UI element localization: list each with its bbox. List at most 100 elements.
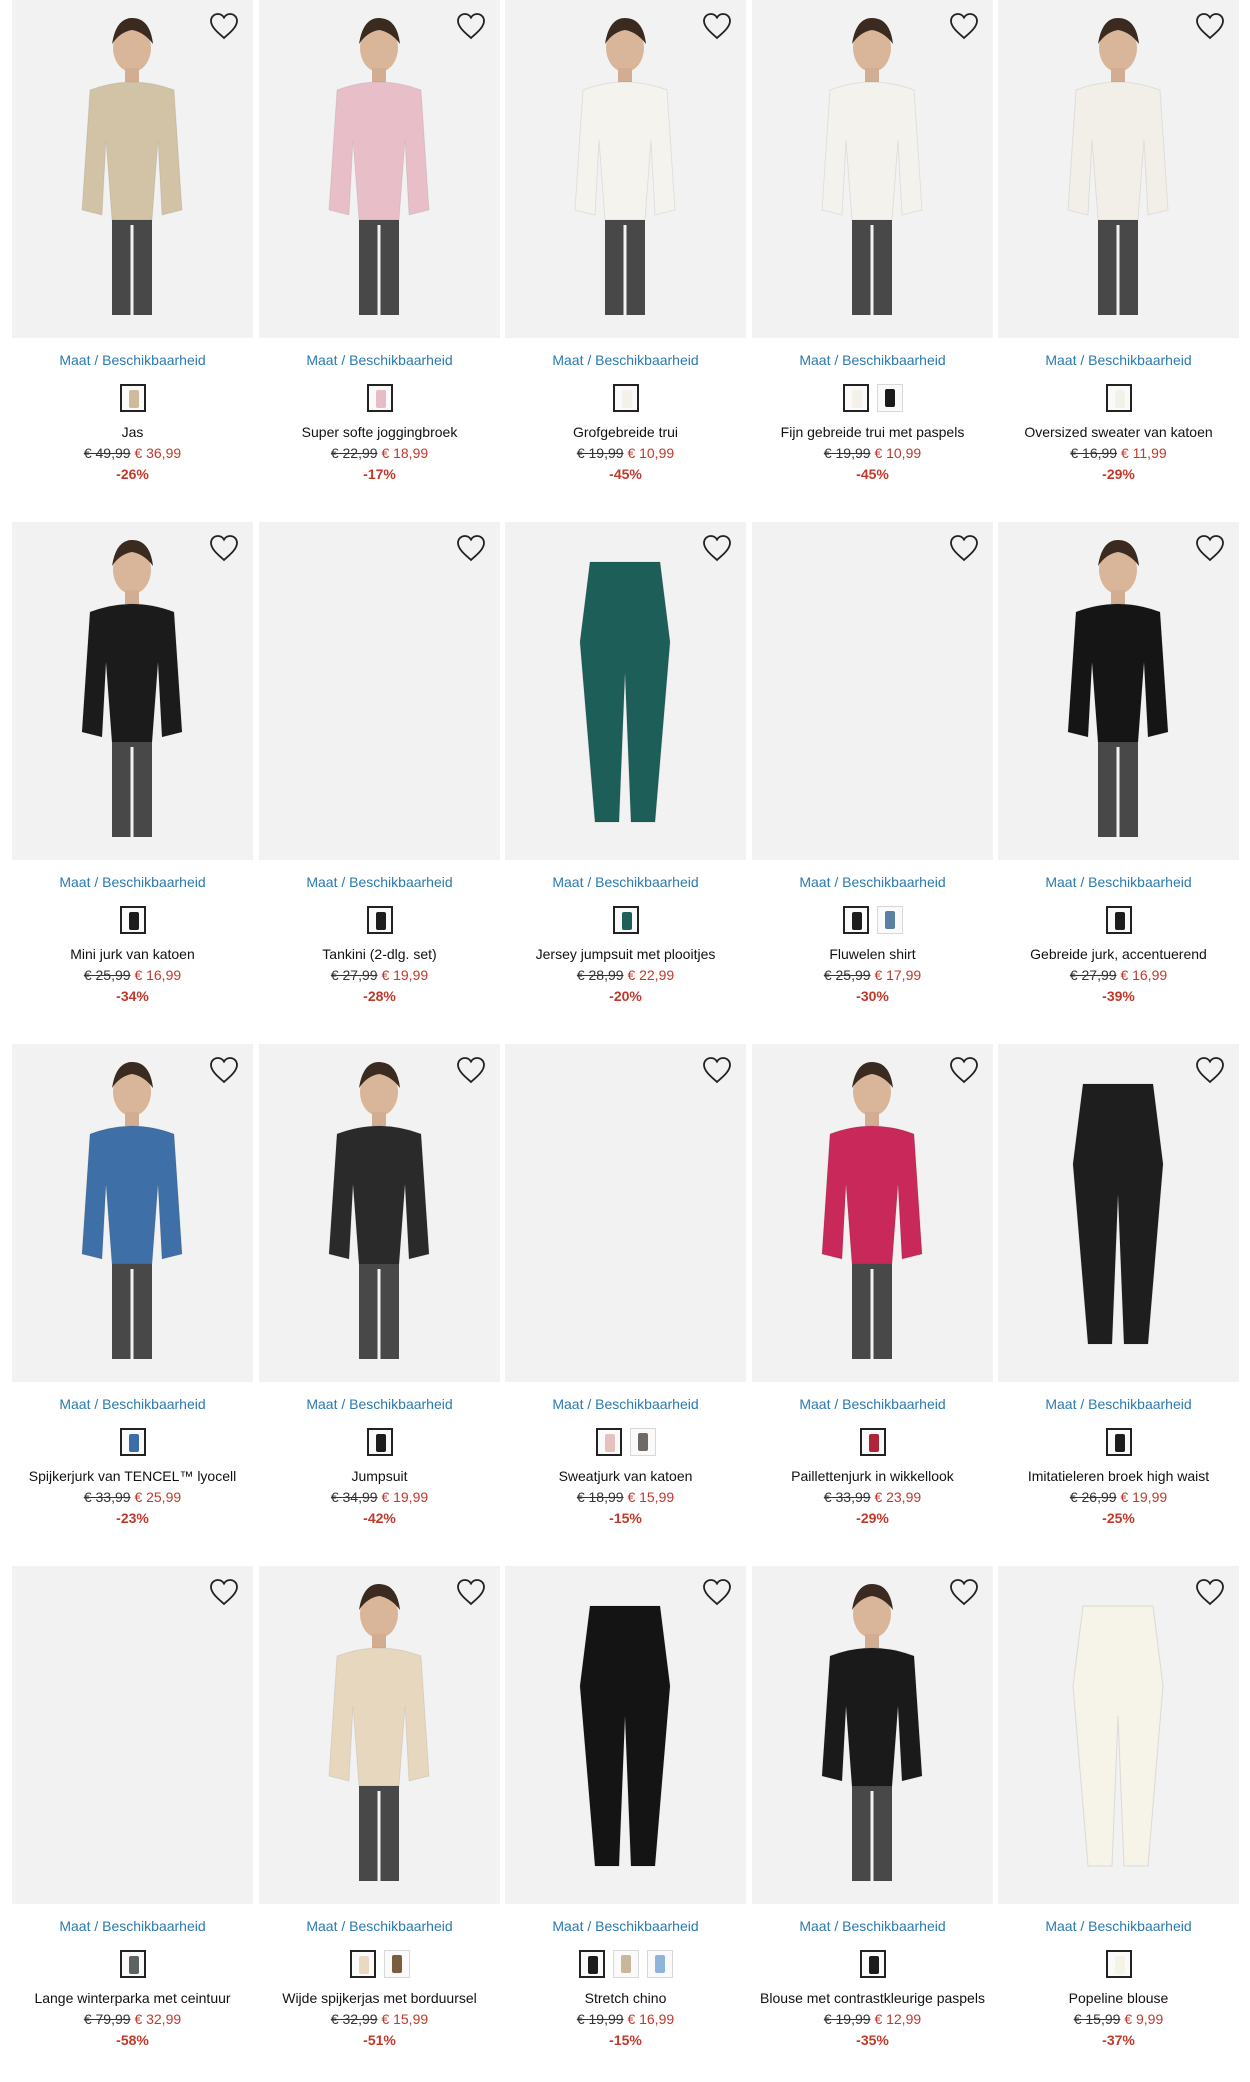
- product-card[interactable]: Maat / Beschikbaarheid Fluwelen shirt € 25…: [752, 522, 993, 1022]
- product-name[interactable]: Jumpsuit: [259, 1468, 500, 1484]
- size-availability-link[interactable]: Maat / Beschikbaarheid: [259, 1396, 500, 1412]
- wishlist-heart-icon[interactable]: [456, 1056, 486, 1084]
- size-availability-link[interactable]: Maat / Beschikbaarheid: [998, 1396, 1239, 1412]
- color-swatch[interactable]: [646, 1950, 673, 1978]
- product-card[interactable]: Maat / Beschikbaarheid Blouse met contras…: [752, 1566, 993, 2066]
- color-swatch[interactable]: [366, 1428, 393, 1456]
- product-image[interactable]: [752, 1566, 993, 1904]
- product-card[interactable]: Maat / Beschikbaarheid Oversized sweater …: [998, 0, 1239, 500]
- color-swatch[interactable]: [119, 906, 146, 934]
- wishlist-heart-icon[interactable]: [209, 534, 239, 562]
- wishlist-heart-icon[interactable]: [209, 1056, 239, 1084]
- product-image[interactable]: [505, 1566, 746, 1904]
- wishlist-heart-icon[interactable]: [949, 1578, 979, 1606]
- wishlist-heart-icon[interactable]: [702, 12, 732, 40]
- size-availability-link[interactable]: Maat / Beschikbaarheid: [752, 874, 993, 890]
- product-card[interactable]: Maat / Beschikbaarheid Sweatjurk van kato…: [505, 1044, 746, 1544]
- product-name[interactable]: Stretch chino: [505, 1990, 746, 2006]
- product-image[interactable]: [752, 0, 993, 338]
- product-image[interactable]: [12, 1566, 253, 1904]
- product-name[interactable]: Blouse met contrastkleurige paspels: [752, 1990, 993, 2006]
- color-swatch[interactable]: [612, 1950, 639, 1978]
- wishlist-heart-icon[interactable]: [209, 12, 239, 40]
- size-availability-link[interactable]: Maat / Beschikbaarheid: [752, 352, 993, 368]
- color-swatch[interactable]: [612, 906, 639, 934]
- color-swatch[interactable]: [876, 906, 903, 934]
- color-swatch[interactable]: [1105, 906, 1132, 934]
- color-swatch[interactable]: [612, 384, 639, 412]
- product-name[interactable]: Super softe joggingbroek: [259, 424, 500, 440]
- product-image[interactable]: [998, 522, 1239, 860]
- color-swatch[interactable]: [1105, 1428, 1132, 1456]
- wishlist-heart-icon[interactable]: [949, 12, 979, 40]
- wishlist-heart-icon[interactable]: [1195, 1578, 1225, 1606]
- product-name[interactable]: Grofgebreide trui: [505, 424, 746, 440]
- product-card[interactable]: Maat / Beschikbaarheid Popeline blouse € 1…: [998, 1566, 1239, 2066]
- wishlist-heart-icon[interactable]: [209, 1578, 239, 1606]
- product-name[interactable]: Paillettenjurk in wikkellook: [752, 1468, 993, 1484]
- color-swatch[interactable]: [595, 1428, 622, 1456]
- product-card[interactable]: Maat / Beschikbaarheid Lange winterparka …: [12, 1566, 253, 2066]
- size-availability-link[interactable]: Maat / Beschikbaarheid: [12, 352, 253, 368]
- size-availability-link[interactable]: Maat / Beschikbaarheid: [259, 874, 500, 890]
- product-card[interactable]: Maat / Beschikbaarheid Paillettenjurk in …: [752, 1044, 993, 1544]
- size-availability-link[interactable]: Maat / Beschikbaarheid: [505, 1396, 746, 1412]
- size-availability-link[interactable]: Maat / Beschikbaarheid: [259, 1918, 500, 1934]
- product-card[interactable]: Maat / Beschikbaarheid Gebreide jurk, acc…: [998, 522, 1239, 1022]
- wishlist-heart-icon[interactable]: [456, 534, 486, 562]
- product-name[interactable]: Spijkerjurk van TENCEL™ lyocell: [12, 1468, 253, 1484]
- size-availability-link[interactable]: Maat / Beschikbaarheid: [752, 1918, 993, 1934]
- product-image[interactable]: [259, 0, 500, 338]
- size-availability-link[interactable]: Maat / Beschikbaarheid: [505, 352, 746, 368]
- product-image[interactable]: [998, 1566, 1239, 1904]
- product-card[interactable]: Maat / Beschikbaarheid Jumpsuit € 34,99 € …: [259, 1044, 500, 1544]
- color-swatch[interactable]: [119, 384, 146, 412]
- product-name[interactable]: Lange winterparka met ceintuur: [12, 1990, 253, 2006]
- product-name[interactable]: Gebreide jurk, accentuerend: [998, 946, 1239, 962]
- color-swatch[interactable]: [859, 1950, 886, 1978]
- product-card[interactable]: Maat / Beschikbaarheid Mini jurk van kato…: [12, 522, 253, 1022]
- product-card[interactable]: Maat / Beschikbaarheid Stretch chino € 19,…: [505, 1566, 746, 2066]
- product-image[interactable]: [752, 1044, 993, 1382]
- product-name[interactable]: Jersey jumpsuit met plooitjes: [505, 946, 746, 962]
- product-image[interactable]: [12, 0, 253, 338]
- wishlist-heart-icon[interactable]: [456, 1578, 486, 1606]
- product-name[interactable]: Popeline blouse: [998, 1990, 1239, 2006]
- product-name[interactable]: Imitatieleren broek high waist: [998, 1468, 1239, 1484]
- product-image[interactable]: [998, 1044, 1239, 1382]
- wishlist-heart-icon[interactable]: [702, 1056, 732, 1084]
- color-swatch[interactable]: [876, 384, 903, 412]
- product-name[interactable]: Fluwelen shirt: [752, 946, 993, 962]
- size-availability-link[interactable]: Maat / Beschikbaarheid: [998, 352, 1239, 368]
- product-name[interactable]: Wijde spijkerjas met borduursel: [259, 1990, 500, 2006]
- product-image[interactable]: [505, 1044, 746, 1382]
- product-image[interactable]: [259, 1566, 500, 1904]
- product-name[interactable]: Sweatjurk van katoen: [505, 1468, 746, 1484]
- product-card[interactable]: Maat / Beschikbaarheid Fijn gebreide trui…: [752, 0, 993, 500]
- color-swatch[interactable]: [383, 1950, 410, 1978]
- product-card[interactable]: Maat / Beschikbaarheid Super softe joggin…: [259, 0, 500, 500]
- product-image[interactable]: [259, 522, 500, 860]
- product-name[interactable]: Tankini (2-dlg. set): [259, 946, 500, 962]
- size-availability-link[interactable]: Maat / Beschikbaarheid: [505, 874, 746, 890]
- color-swatch[interactable]: [578, 1950, 605, 1978]
- product-name[interactable]: Jas: [12, 424, 253, 440]
- color-swatch[interactable]: [842, 384, 869, 412]
- product-image[interactable]: [12, 1044, 253, 1382]
- size-availability-link[interactable]: Maat / Beschikbaarheid: [505, 1918, 746, 1934]
- color-swatch[interactable]: [366, 384, 393, 412]
- color-swatch[interactable]: [349, 1950, 376, 1978]
- wishlist-heart-icon[interactable]: [702, 534, 732, 562]
- product-card[interactable]: Maat / Beschikbaarheid Tankini (2-dlg. se…: [259, 522, 500, 1022]
- color-swatch[interactable]: [1105, 384, 1132, 412]
- wishlist-heart-icon[interactable]: [949, 534, 979, 562]
- product-card[interactable]: Maat / Beschikbaarheid Grofgebreide trui €…: [505, 0, 746, 500]
- wishlist-heart-icon[interactable]: [949, 1056, 979, 1084]
- product-name[interactable]: Mini jurk van katoen: [12, 946, 253, 962]
- size-availability-link[interactable]: Maat / Beschikbaarheid: [12, 1396, 253, 1412]
- size-availability-link[interactable]: Maat / Beschikbaarheid: [12, 1918, 253, 1934]
- product-name[interactable]: Fijn gebreide trui met paspels: [752, 424, 993, 440]
- product-card[interactable]: Maat / Beschikbaarheid Wijde spijkerjas m…: [259, 1566, 500, 2066]
- wishlist-heart-icon[interactable]: [1195, 534, 1225, 562]
- color-swatch[interactable]: [629, 1428, 656, 1456]
